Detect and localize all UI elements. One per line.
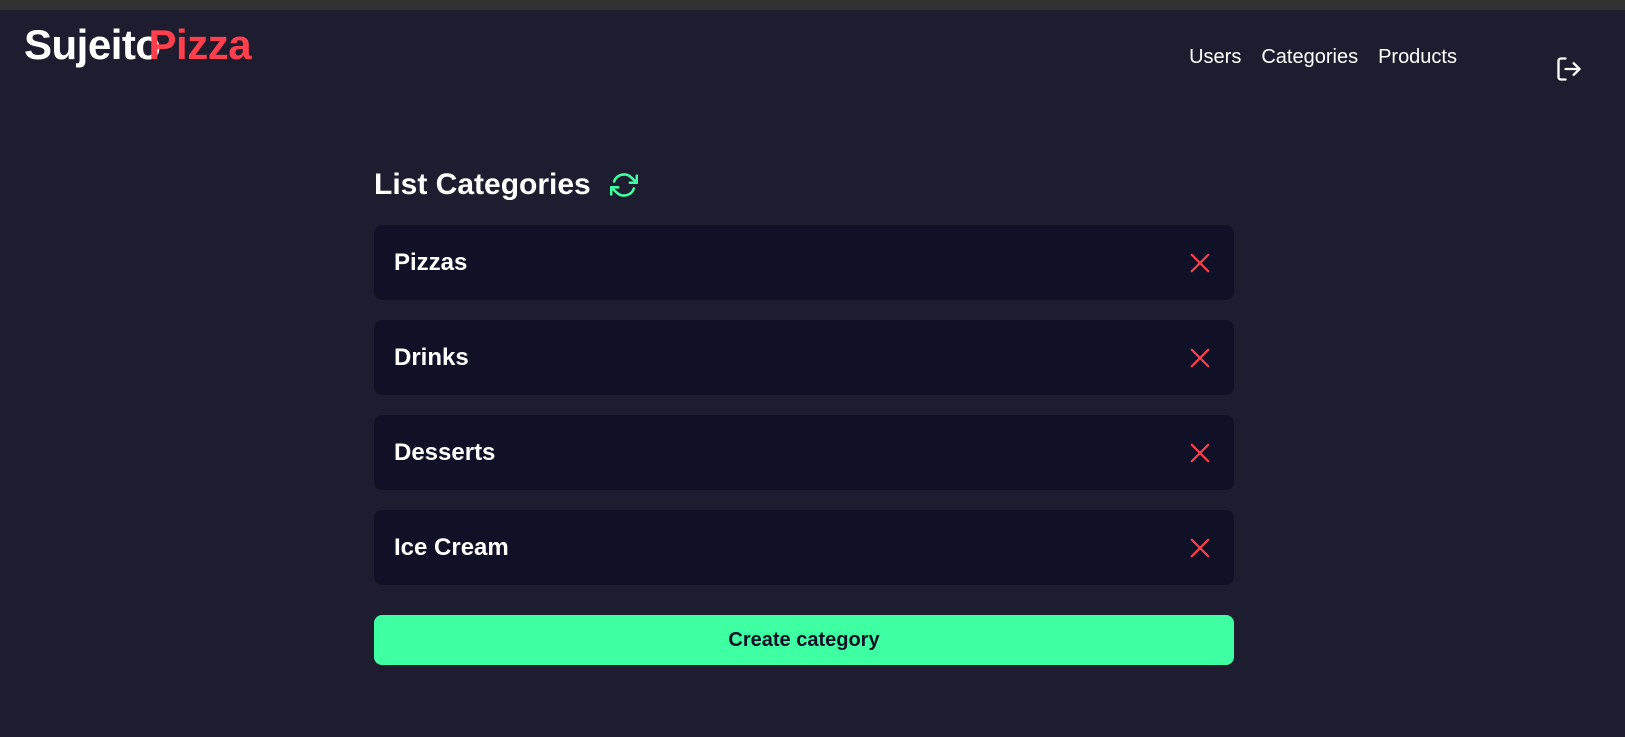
- page-title: List Categories: [374, 168, 591, 201]
- delete-category-button[interactable]: [1186, 439, 1214, 467]
- list-item: Pizzas: [374, 225, 1234, 300]
- delete-category-button[interactable]: [1186, 344, 1214, 372]
- category-list: Pizzas Drinks Desserts Ice Cream: [374, 225, 1234, 585]
- logout-button[interactable]: [1554, 54, 1584, 84]
- brand-part1: Sujeito: [24, 21, 161, 68]
- list-item: Drinks: [374, 320, 1234, 395]
- close-icon: [1190, 348, 1210, 367]
- brand-part2: Pizza: [148, 21, 252, 68]
- create-category-button[interactable]: Create category: [374, 615, 1234, 665]
- category-label: Drinks: [394, 343, 469, 371]
- close-icon: [1190, 443, 1210, 462]
- refresh-button[interactable]: [609, 170, 639, 200]
- category-label: Desserts: [394, 438, 496, 466]
- top-nav: Users Categories Products: [1189, 46, 1457, 69]
- title-row: List Categories: [374, 165, 1234, 205]
- logout-icon: [1557, 57, 1581, 81]
- refresh-icon: [609, 173, 638, 197]
- nav-item-products[interactable]: Products: [1378, 46, 1457, 69]
- page: SujeitoPizza Users Categories Products L…: [0, 10, 1625, 737]
- delete-category-button[interactable]: [1186, 534, 1214, 562]
- close-icon: [1190, 538, 1210, 557]
- nav-item-categories[interactable]: Categories: [1261, 46, 1358, 69]
- category-label: Pizzas: [394, 248, 468, 276]
- nav-item-users[interactable]: Users: [1189, 46, 1241, 69]
- list-item: Desserts: [374, 415, 1234, 490]
- delete-category-button[interactable]: [1186, 249, 1214, 277]
- brand-logo[interactable]: SujeitoPizza: [24, 21, 252, 68]
- category-label: Ice Cream: [394, 533, 509, 561]
- browser-top-strip: [0, 0, 1625, 10]
- categories-panel: List Categories Pizzas Drinks Desserts I…: [374, 165, 1234, 665]
- list-item: Ice Cream: [374, 510, 1234, 585]
- close-icon: [1190, 253, 1210, 272]
